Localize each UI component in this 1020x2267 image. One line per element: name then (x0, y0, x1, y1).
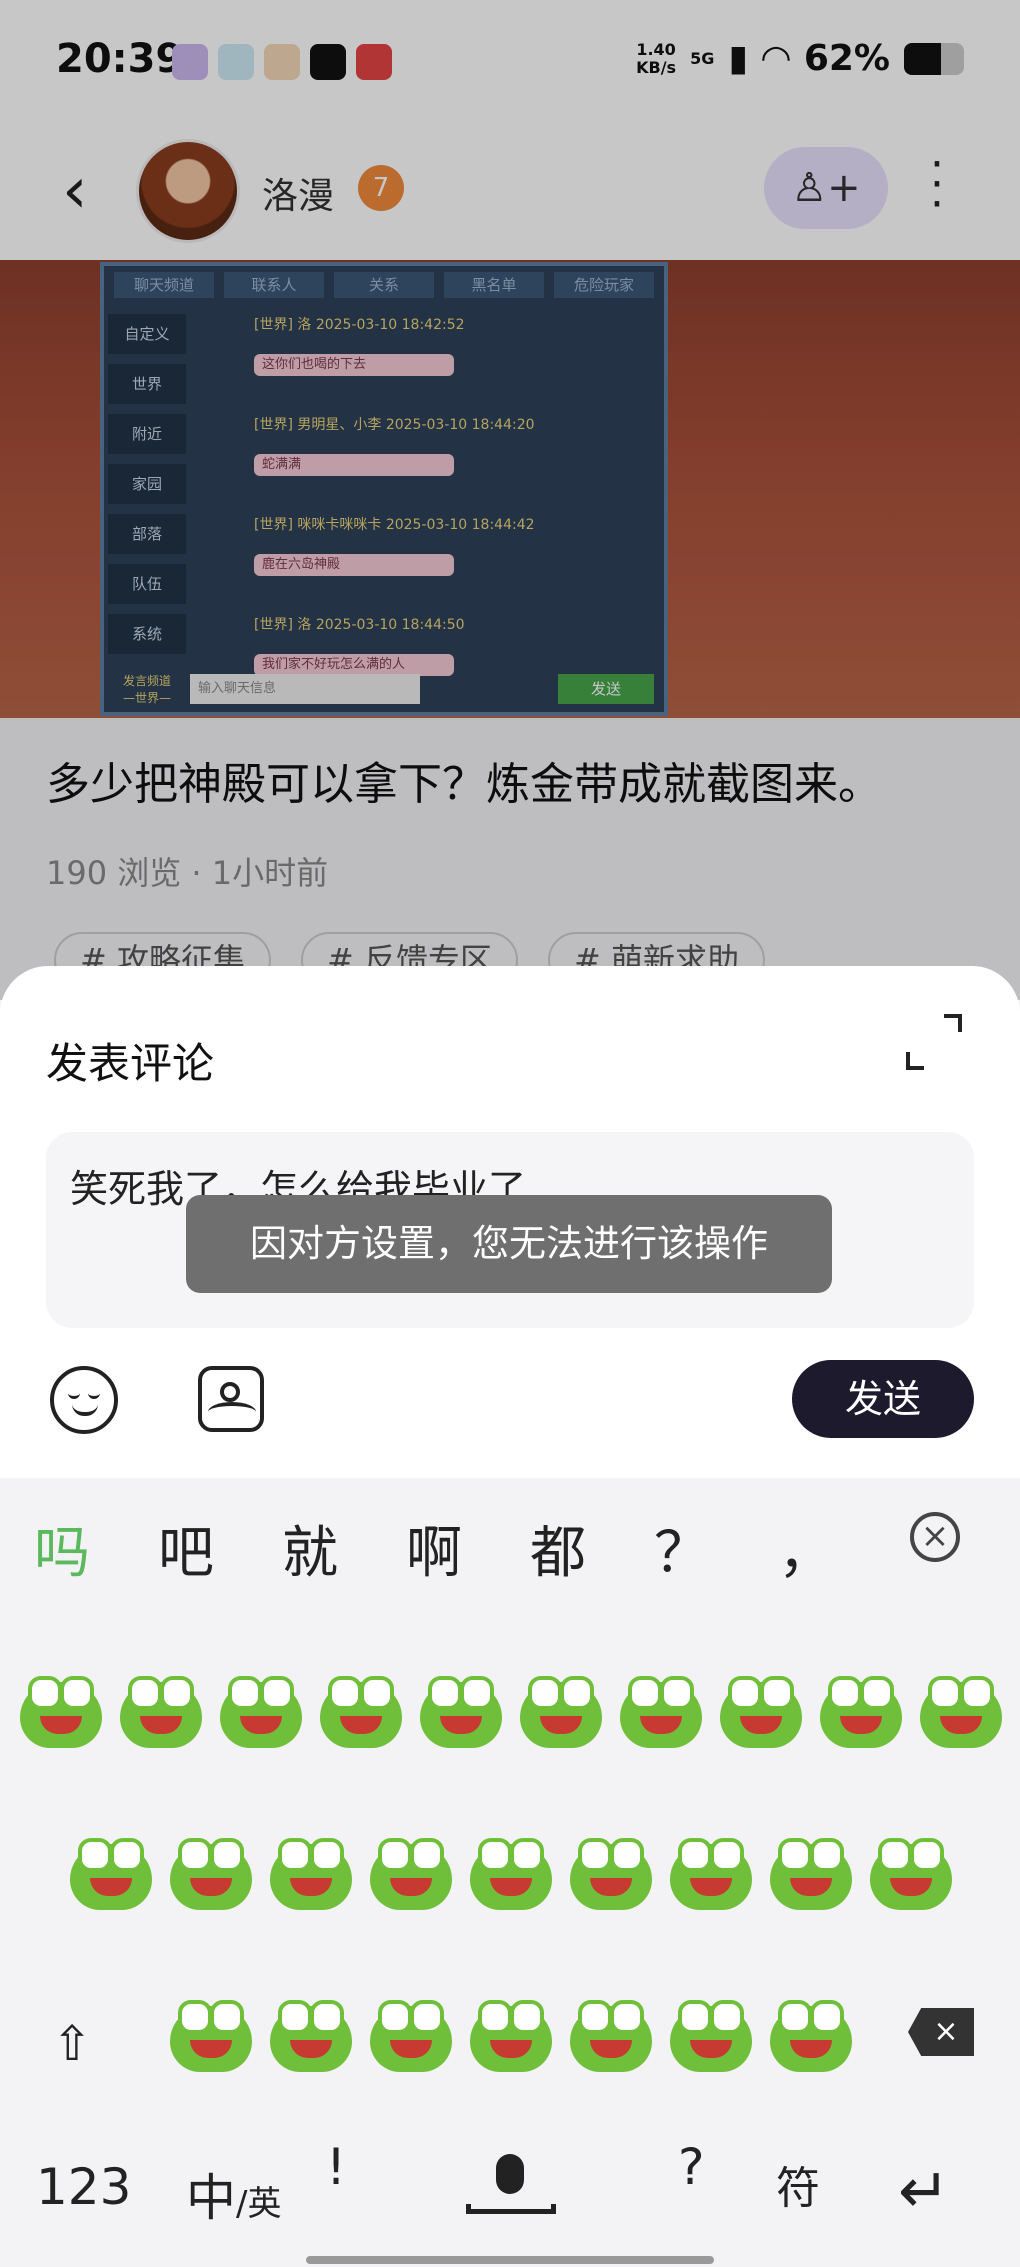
frog-icon[interactable] (210, 1674, 310, 1754)
key-numbers[interactable]: 123 (36, 2158, 131, 2216)
sheet-title: 发表评论 (46, 1039, 215, 1088)
frog-icon[interactable] (410, 1674, 510, 1754)
frog-icon[interactable] (260, 1998, 360, 2078)
shift-icon[interactable]: ⇧ (52, 2016, 92, 2072)
frog-icon[interactable] (860, 1836, 960, 1916)
frog-icon[interactable] (510, 1674, 610, 1754)
image-icon[interactable] (198, 1366, 264, 1432)
toast-message: 因对方设置，您无法进行该操作 (186, 1195, 832, 1293)
emoji-row (160, 1998, 860, 2078)
key-language-main: 中 (186, 2169, 236, 2227)
frog-icon[interactable] (160, 1998, 260, 2078)
frog-icon[interactable] (60, 1836, 160, 1916)
candidate-word[interactable]: ， (778, 1508, 902, 1589)
keyboard: 吗吧就啊都？， × ⇧ × 123 中/英 ! ? 符 ↵ (0, 1478, 1020, 2267)
close-circle-icon[interactable]: × (910, 1512, 960, 1562)
emoji-row (60, 1836, 960, 1916)
key-exclaim[interactable]: ! (326, 2138, 346, 2196)
frog-icon[interactable] (910, 1674, 1010, 1754)
frog-icon[interactable] (260, 1836, 360, 1916)
expand-icon[interactable] (906, 1014, 962, 1070)
frog-icon[interactable] (310, 1674, 410, 1754)
home-indicator[interactable] (306, 2256, 714, 2264)
frog-icon[interactable] (360, 1836, 460, 1916)
frog-icon[interactable] (560, 1998, 660, 2078)
frog-icon[interactable] (360, 1998, 460, 2078)
key-language[interactable]: 中/英 (186, 2158, 281, 2230)
candidate-word[interactable]: 就 (282, 1508, 406, 1589)
frog-icon[interactable] (610, 1674, 710, 1754)
emoji-icon[interactable] (50, 1366, 118, 1434)
screen: 20:39 1.40 KB/s 5G ▮ ◠ 62% ‹ 洛漫 7 ♙+ · · ·… (0, 0, 1020, 2267)
backspace-icon[interactable]: × (908, 2008, 974, 2056)
frog-icon[interactable] (760, 1836, 860, 1916)
dim-overlay[interactable] (0, 0, 1020, 1000)
key-language-sub: /英 (236, 2184, 282, 2224)
emoji-row (10, 1674, 1010, 1754)
candidate-word[interactable]: 吗 (34, 1508, 158, 1589)
key-question[interactable]: ? (678, 2138, 705, 2196)
candidate-word[interactable]: 吧 (158, 1508, 282, 1589)
frog-icon[interactable] (460, 1836, 560, 1916)
frog-icon[interactable] (460, 1998, 560, 2078)
frog-icon[interactable] (660, 1998, 760, 2078)
mic-icon[interactable] (466, 2148, 556, 2228)
frog-icon[interactable] (560, 1836, 660, 1916)
candidate-word[interactable]: ？ (654, 1508, 778, 1589)
candidate-word[interactable]: 啊 (406, 1508, 530, 1589)
frog-icon[interactable] (110, 1674, 210, 1754)
send-button[interactable]: 发送 (792, 1360, 974, 1438)
candidate-word[interactable]: 都 (530, 1508, 654, 1589)
candidate-bar: 吗吧就啊都？， (34, 1508, 902, 1589)
frog-icon[interactable] (710, 1674, 810, 1754)
frog-icon[interactable] (760, 1998, 860, 2078)
key-symbols[interactable]: 符 (776, 2152, 820, 2216)
frog-icon[interactable] (160, 1836, 260, 1916)
frog-icon[interactable] (810, 1674, 910, 1754)
enter-icon[interactable]: ↵ (898, 2154, 950, 2227)
frog-icon[interactable] (10, 1674, 110, 1754)
frog-icon[interactable] (660, 1836, 760, 1916)
